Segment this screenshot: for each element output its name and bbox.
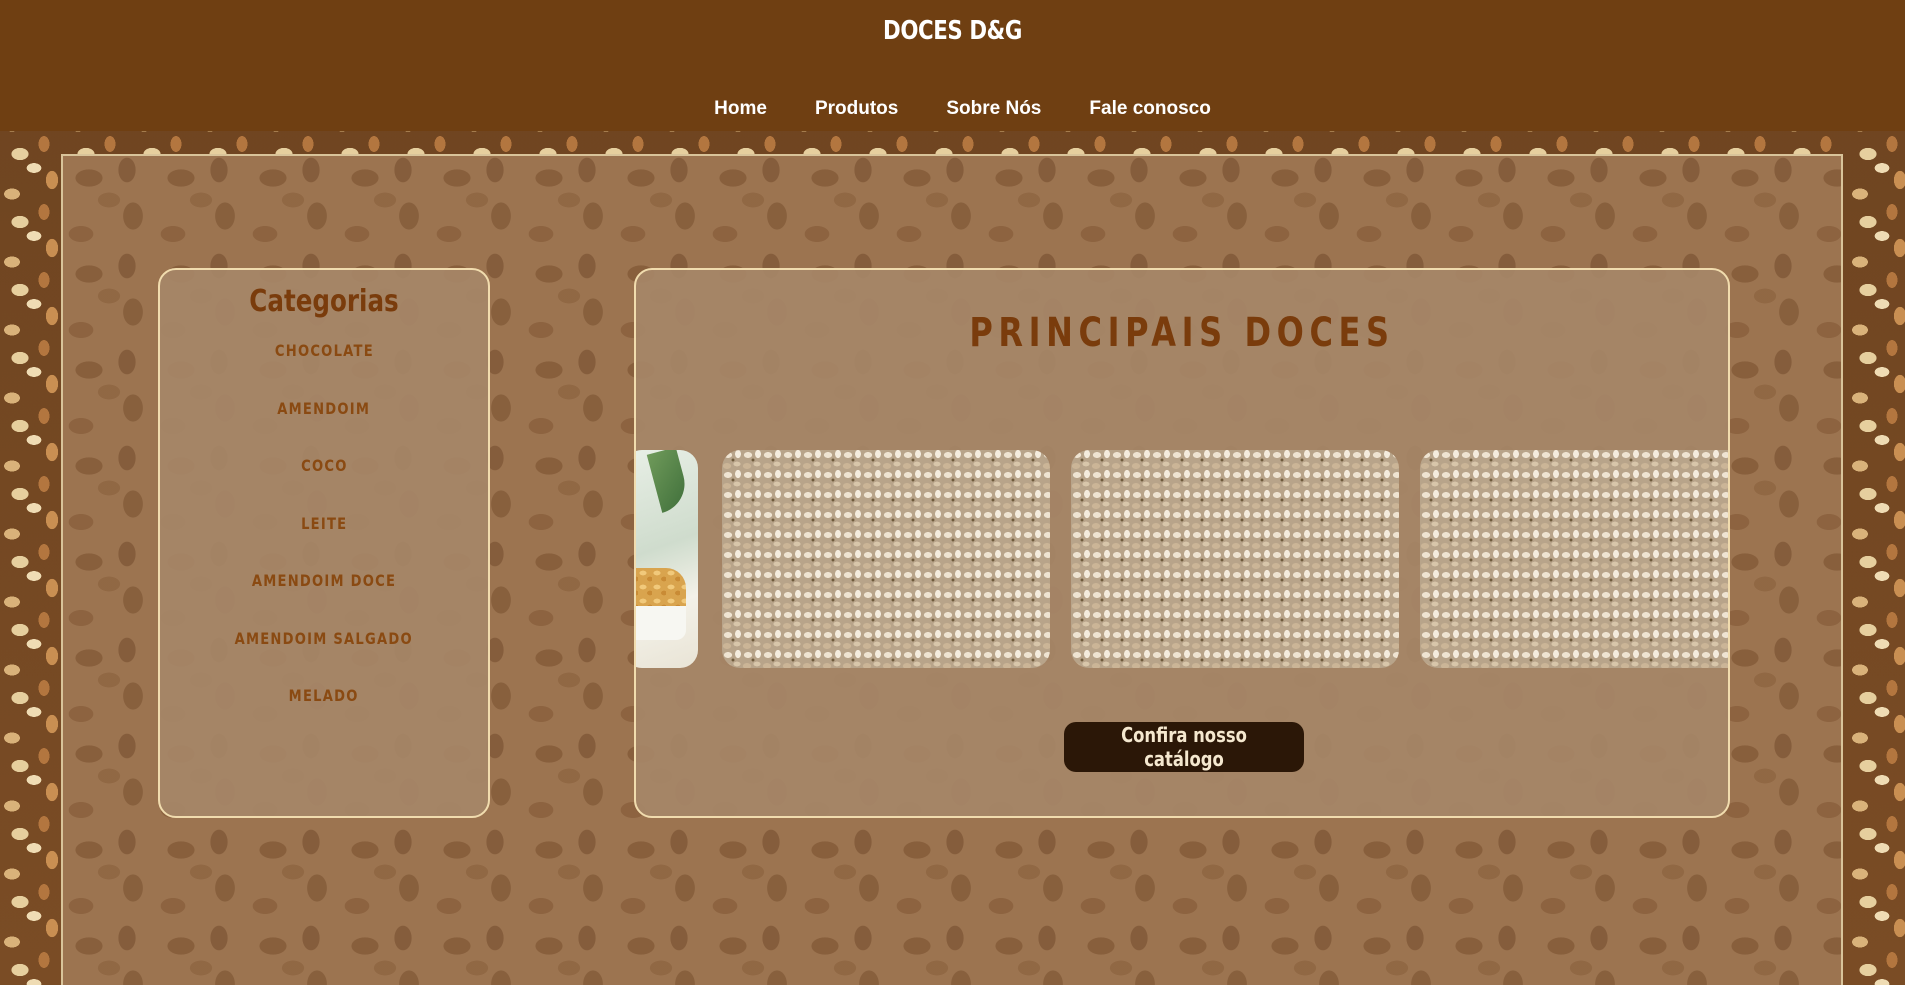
nav-produtos-link[interactable]: Produtos (815, 98, 898, 120)
category-item: AMENDOIM DOCE (160, 571, 488, 629)
carousel-image-peanuts[interactable] (636, 450, 698, 668)
leaf-decoration (646, 450, 692, 513)
category-item: COCO (160, 456, 488, 514)
category-link-amendoim-salgado[interactable]: AMENDOIM SALGADO (235, 629, 413, 649)
category-item: AMENDOIM (160, 399, 488, 457)
category-link-coco[interactable]: COCO (301, 456, 347, 476)
category-item: LEITE (160, 514, 488, 572)
carousel-image-pistachios[interactable] (1420, 450, 1728, 668)
bowl-decoration (636, 606, 686, 640)
category-item: MELADO (160, 686, 488, 744)
category-link-leite[interactable]: LEITE (301, 514, 347, 534)
nav-home-link[interactable]: Home (714, 98, 767, 120)
category-item: AMENDOIM SALGADO (160, 629, 488, 687)
catalog-button-label: Confira nosso catálogo (1121, 723, 1247, 771)
category-link-melado[interactable]: MELADO (289, 686, 359, 706)
category-link-amendoim[interactable]: AMENDOIM (278, 399, 371, 419)
catalog-button[interactable]: Confira nosso catálogo (1064, 722, 1304, 772)
brand-logo[interactable]: DOCES D&G (171, 16, 1733, 46)
featured-title: PRINCIPAIS DOCES (969, 310, 1395, 356)
main-nav: Home Produtos Sobre Nós Fale conosco (0, 98, 1905, 120)
category-link-amendoim-doce[interactable]: AMENDOIM DOCE (252, 571, 396, 591)
site-header: DOCES D&G Home Produtos Sobre Nós Fale c… (0, 0, 1905, 131)
carousel-image-pistachios[interactable] (722, 450, 1050, 668)
nav-sobre-nos-link[interactable]: Sobre Nós (946, 98, 1041, 120)
featured-panel: PRINCIPAIS DOCES Confira nosso catálogo (634, 268, 1730, 818)
category-list: CHOCOLATE AMENDOIM COCO LEITE AMENDOIM D… (160, 341, 488, 744)
categories-sidebar: Categorias CHOCOLATE AMENDOIM COCO LEITE… (158, 268, 490, 818)
sidebar-title: Categorias (249, 284, 399, 319)
carousel-image-pistachios[interactable] (1071, 450, 1399, 668)
nav-fale-conosco-link[interactable]: Fale conosco (1089, 98, 1210, 120)
category-link-chocolate[interactable]: CHOCOLATE (274, 341, 373, 361)
category-item: CHOCOLATE (160, 341, 488, 399)
product-carousel[interactable] (636, 450, 1728, 670)
